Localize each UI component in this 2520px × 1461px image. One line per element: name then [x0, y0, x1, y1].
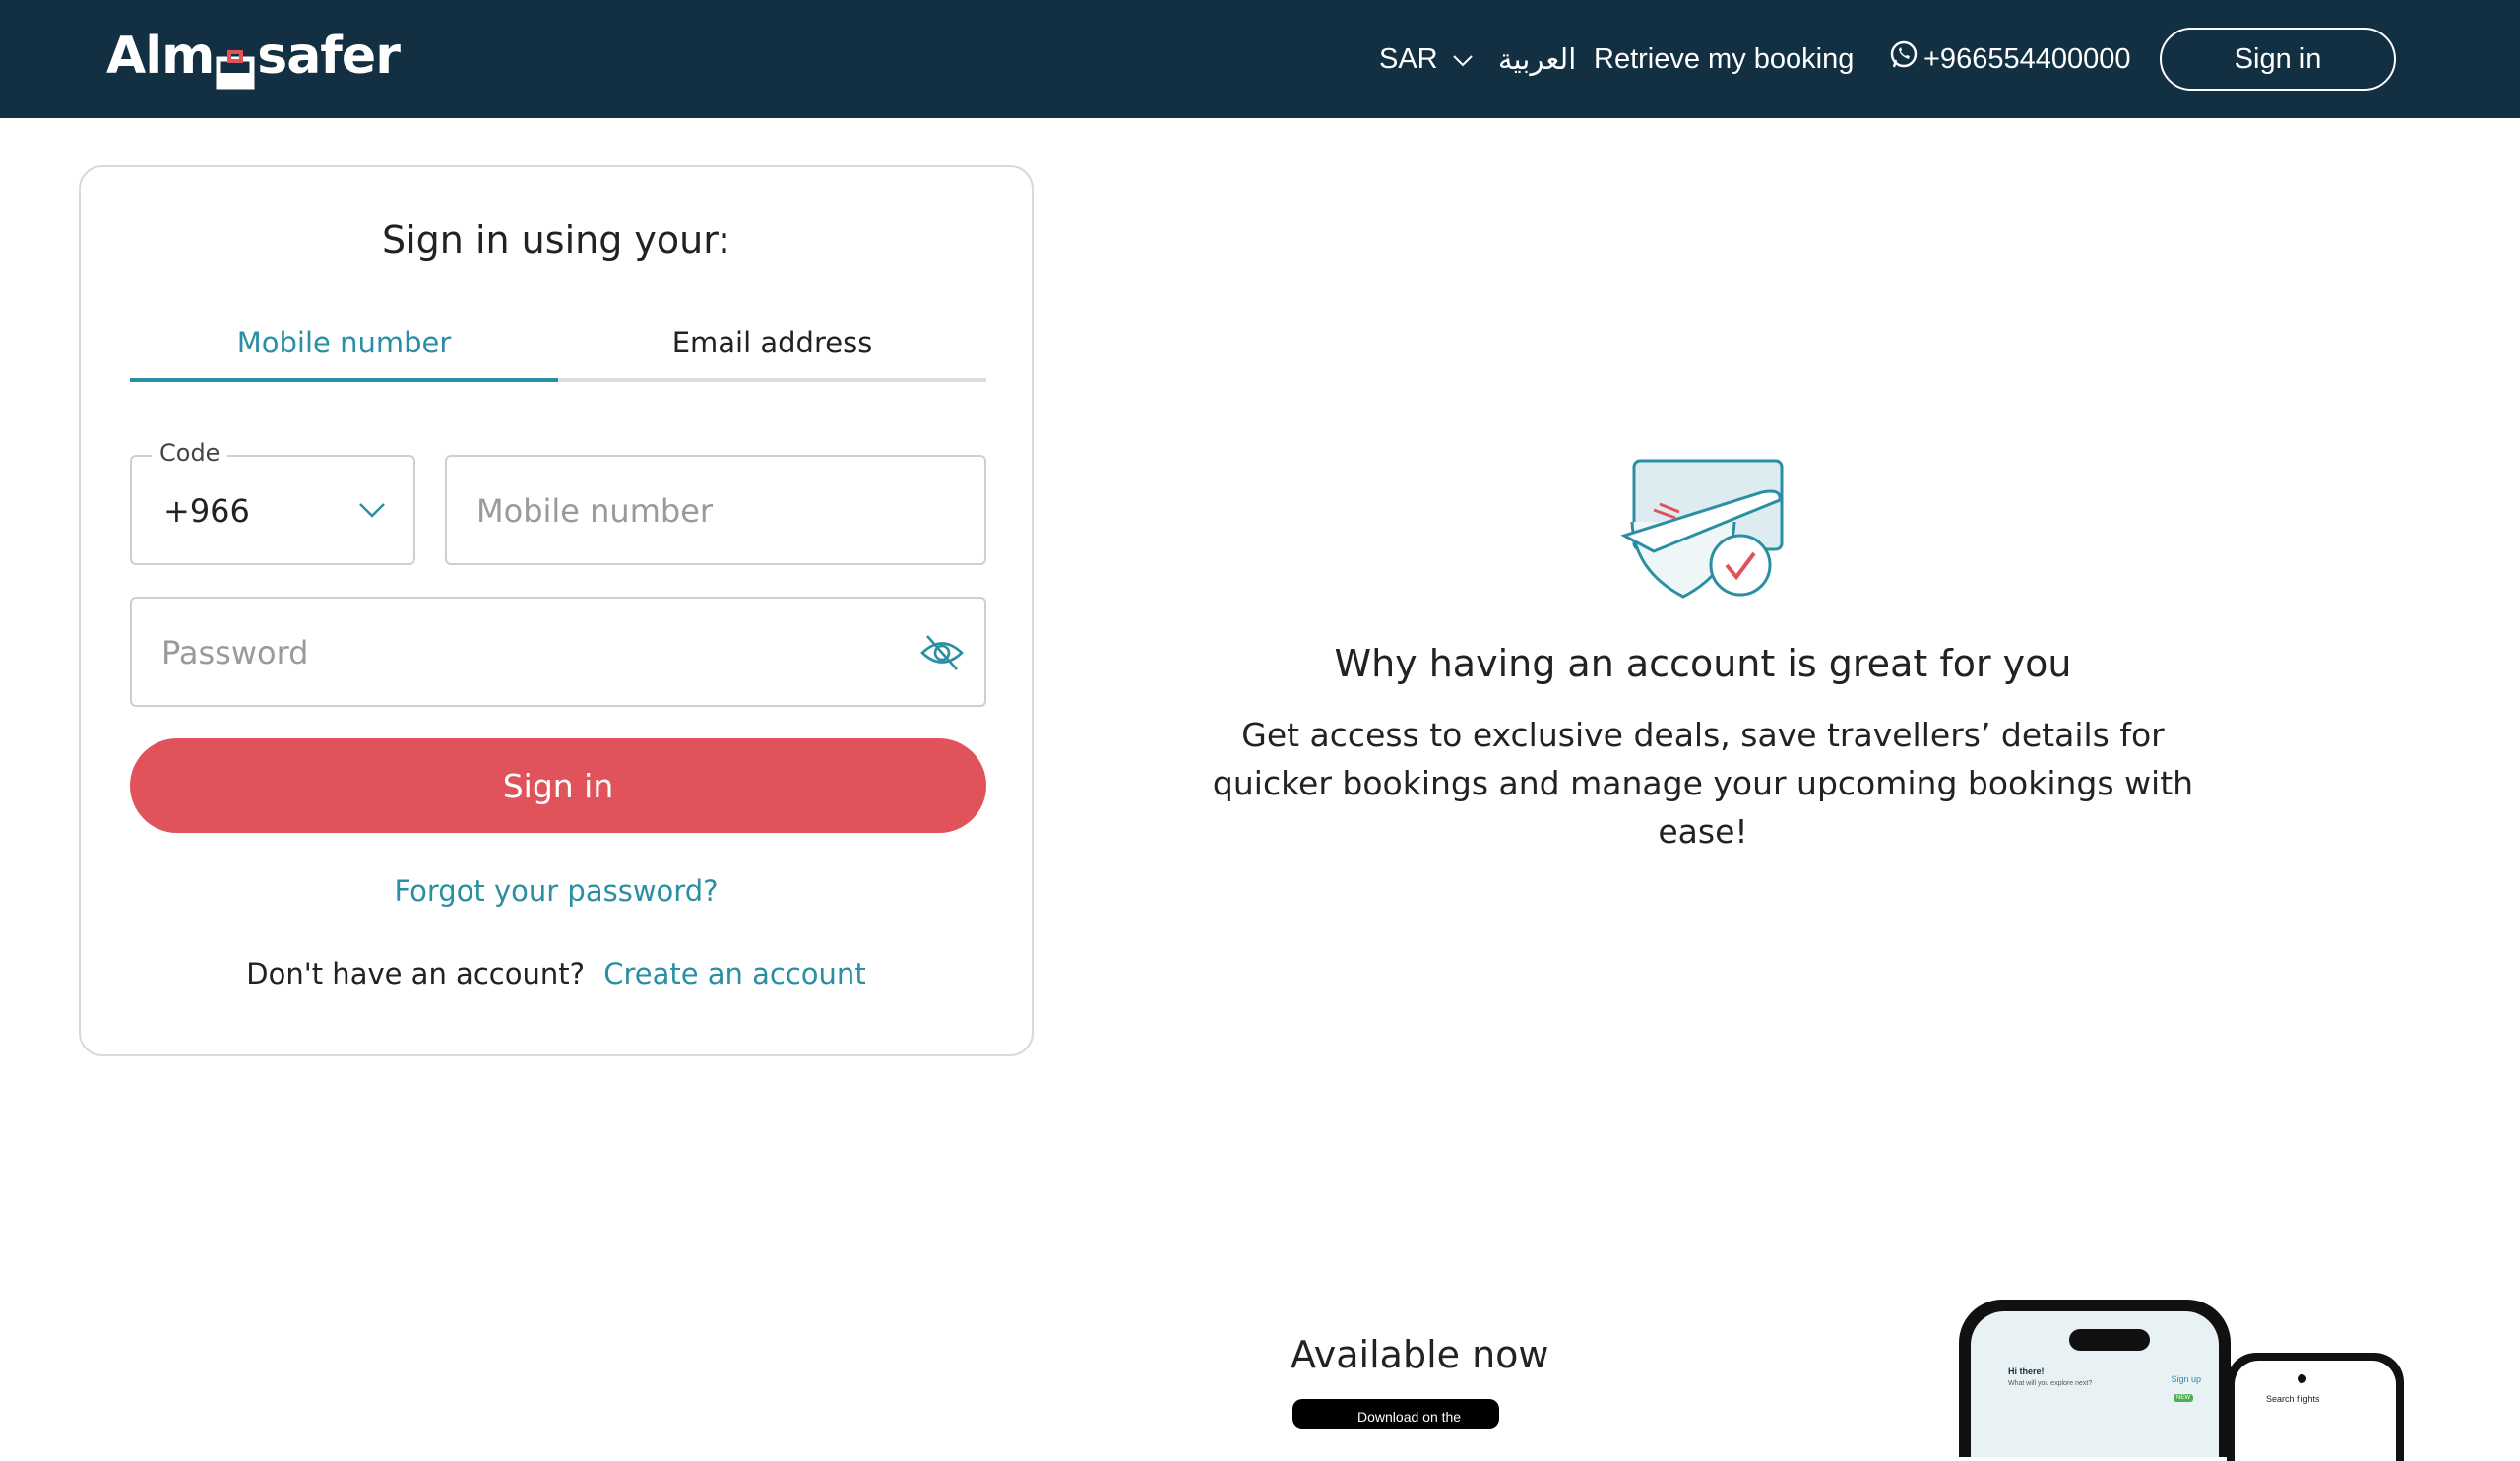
phone-mockup-image: Hi there! What will you explore next? Si…	[1959, 1300, 2231, 1457]
currency-selector[interactable]: SAR	[1379, 30, 1474, 89]
password-placeholder: Password	[161, 634, 309, 671]
phone-subtitle: What will you explore next?	[2008, 1380, 2093, 1387]
second-phone-screen: Search flights	[2235, 1361, 2396, 1461]
sign-in-card: Sign in using your: Mobile number Email …	[79, 165, 1034, 1056]
second-phone-mockup-image: Search flights	[2227, 1353, 2404, 1461]
tab-mobile-number[interactable]: Mobile number	[130, 313, 558, 372]
sign-in-title: Sign in using your:	[382, 219, 730, 262]
sign-in-method-tabs: Mobile number Email address	[130, 313, 986, 372]
create-account-prompt: Don't have an account? Create an account	[81, 957, 1032, 990]
password-input[interactable]: Password	[130, 597, 986, 707]
country-code-select[interactable]: Code +966	[130, 439, 415, 565]
almosafer-logo[interactable]: Alm safer	[106, 22, 401, 91]
logo-text-left: Alm	[106, 27, 215, 86]
language-switch-link[interactable]: العربية	[1498, 30, 1576, 89]
mobile-number-placeholder: Mobile number	[476, 492, 714, 530]
top-navigation-bar: Alm safer SAR العربية Retrieve my bookin…	[0, 0, 2520, 118]
phone-notch	[2069, 1329, 2150, 1351]
currency-label: SAR	[1379, 42, 1438, 75]
logo-text-right: safer	[257, 27, 401, 86]
benefits-description: Get access to exclusive deals, save trav…	[1212, 716, 2194, 851]
tab-email-address[interactable]: Email address	[558, 313, 986, 372]
phone-greeting: Hi there!	[2008, 1366, 2045, 1376]
chevron-down-icon	[1452, 43, 1474, 76]
app-promo-title: Available now	[1291, 1333, 1549, 1376]
app-store-badge[interactable]: Download on the	[1292, 1399, 1499, 1429]
mobile-number-input[interactable]: Mobile number	[445, 455, 986, 565]
plane-shield-illustration-icon	[1614, 453, 1792, 610]
phone-signup-text: Sign up	[2171, 1374, 2201, 1384]
camera-dot	[2298, 1374, 2306, 1383]
country-code-value: +966	[163, 492, 250, 530]
no-account-text: Don't have an account?	[246, 957, 585, 990]
chevron-down-icon	[358, 502, 386, 522]
suitcase-logo-icon	[216, 39, 255, 90]
benefits-title: Why having an account is great for you	[1334, 642, 2072, 685]
create-account-link[interactable]: Create an account	[603, 957, 865, 990]
forgot-password-link[interactable]: Forgot your password?	[81, 874, 1032, 908]
phone-new-badge: NEW	[2174, 1394, 2193, 1402]
whatsapp-icon	[1888, 39, 1920, 79]
phone-number: +966554400000	[1923, 42, 2131, 75]
search-flights-text: Search flights	[2266, 1394, 2320, 1404]
code-field-label: Code	[152, 439, 228, 467]
whatsapp-contact-link[interactable]: +966554400000	[1888, 30, 2130, 89]
toggle-password-visibility-icon[interactable]	[919, 630, 965, 679]
app-store-badge-text: Download on the	[1357, 1409, 1462, 1425]
active-tab-indicator	[130, 378, 558, 382]
retrieve-booking-link[interactable]: Retrieve my booking	[1594, 30, 1854, 89]
phone-screen: Hi there! What will you explore next? Si…	[1971, 1311, 2219, 1457]
header-sign-in-button[interactable]: Sign in	[2160, 28, 2396, 91]
sign-in-submit-button[interactable]: Sign in	[130, 738, 986, 833]
